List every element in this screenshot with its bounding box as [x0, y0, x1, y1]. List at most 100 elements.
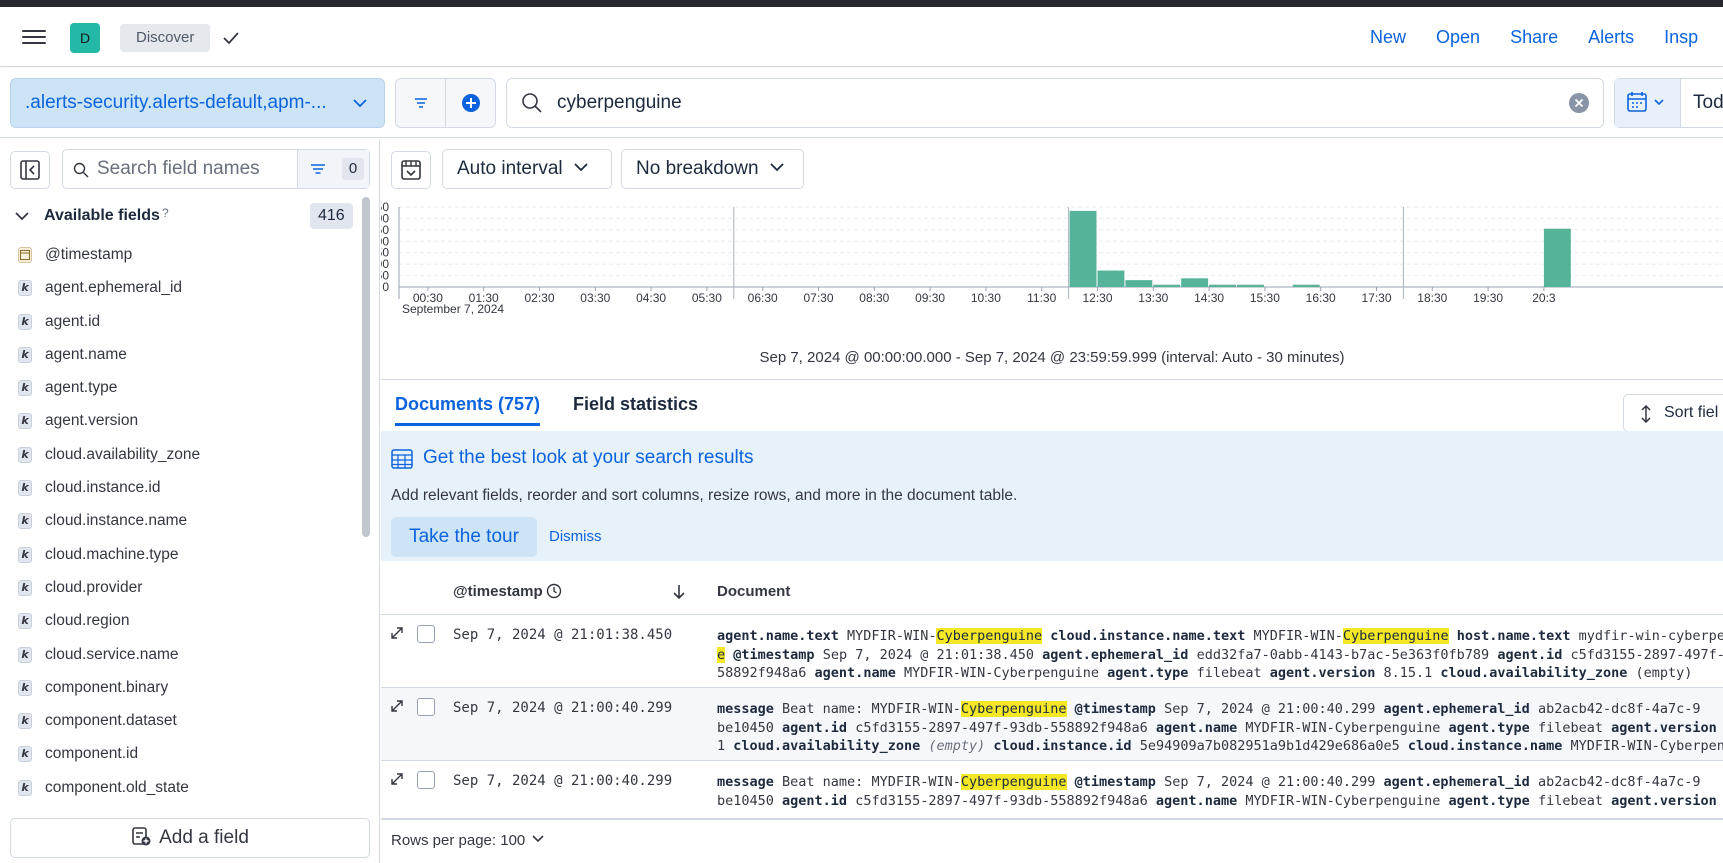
histogram-bar[interactable] [1543, 228, 1571, 287]
field-item[interactable]: k agent.ephemeral_id [0, 272, 360, 305]
doc-field-value: 1 [717, 738, 734, 754]
field-item[interactable]: k component.old_state [0, 772, 360, 805]
rows-per-page-dropdown[interactable]: Rows per page: 100 [391, 832, 545, 849]
doc-field-value: Sep 7, 2024 @ 21:01:38.450 [814, 646, 1043, 663]
field-item[interactable]: k cloud.machine.type [0, 539, 360, 572]
inspect-link[interactable]: Insp [1664, 27, 1698, 48]
x-tick-label: 17:30 [1361, 291, 1391, 305]
field-item[interactable]: k agent.version [0, 405, 360, 438]
dismiss-button[interactable]: Dismiss [549, 528, 602, 545]
field-item[interactable]: k cloud.instance.id [0, 472, 360, 505]
expand-row-icon[interactable] [389, 771, 405, 787]
row-select-checkbox[interactable] [417, 698, 435, 716]
histogram-chart: 35030025020015010050000:3001:3002:3003:3… [381, 201, 1723, 316]
tab-documents[interactable]: Documents (757) [395, 394, 541, 426]
top-strip [0, 0, 1723, 7]
histogram-bar[interactable] [1125, 280, 1153, 287]
collapse-sidebar-button[interactable] [10, 151, 50, 189]
take-tour-button[interactable]: Take the tour [391, 517, 537, 557]
chart-options-button[interactable] [391, 151, 431, 189]
available-fields-header[interactable]: Available fields ? 416 [14, 201, 354, 231]
field-type-filter-button[interactable]: 0 [297, 150, 369, 188]
table-row[interactable]: Sep 7, 2024 @ 21:00:40.299 message Beat n… [381, 761, 1723, 819]
open-link[interactable]: Open [1436, 27, 1480, 48]
add-filter-button[interactable] [446, 79, 496, 127]
doc-field-key: cloud.instance.name.text [1050, 628, 1246, 644]
doc-field-key: agent.version [1269, 665, 1376, 681]
histogram-bar[interactable] [1292, 284, 1320, 287]
date-quick-menu-button[interactable] [1615, 79, 1681, 127]
search-highlight: Cyberpenguine [936, 628, 1043, 644]
sort-fields-button[interactable]: Sort fiel [1623, 394, 1723, 432]
field-search-input[interactable] [97, 150, 317, 188]
alerts-link[interactable]: Alerts [1588, 27, 1634, 48]
histogram-bar[interactable] [1153, 284, 1181, 287]
data-view-label: .alerts-security.alerts-default,apm-... [25, 92, 327, 113]
field-item[interactable]: k cloud.region [0, 605, 360, 638]
breadcrumb-discover[interactable]: Discover [120, 24, 211, 52]
table-row[interactable]: Sep 7, 2024 @ 21:00:40.299 message Beat n… [381, 688, 1723, 761]
new-link[interactable]: New [1370, 27, 1406, 48]
row-select-checkbox[interactable] [417, 771, 435, 789]
x-tick-label: 11:30 [1027, 291, 1056, 305]
field-item[interactable]: k cloud.availability_zone [0, 439, 360, 472]
keyword-field-icon: k [18, 513, 32, 530]
column-header-timestamp[interactable]: @timestamp [453, 583, 562, 600]
histogram-bar[interactable] [1097, 270, 1125, 287]
histogram-bar[interactable] [1069, 210, 1097, 287]
doc-field-value: be10450 [717, 719, 783, 736]
field-item[interactable]: k agent.id [0, 306, 360, 339]
search-highlight: e [717, 646, 726, 663]
expand-row-icon[interactable] [389, 698, 405, 714]
space-avatar[interactable]: D [70, 23, 100, 53]
doc-field-value: mydfir-win-cyberpenguin [1578, 628, 1723, 644]
add-field-label: Add a field [159, 827, 249, 848]
histogram-bar[interactable] [1181, 278, 1209, 287]
field-list: @timestamp k agent.ephemeral_id k agent.id k a… [0, 239, 360, 839]
chevron-down-icon [532, 835, 544, 843]
add-field-button[interactable]: Add a field [10, 818, 370, 858]
doc-field-value: c5fd3155-2897-497f-93db-558892f948a6 [847, 719, 1156, 736]
sidebar-collapse-icon [20, 160, 40, 180]
table-row[interactable]: Sep 7, 2024 @ 21:01:38.450 agent.name.tex… [381, 615, 1723, 688]
field-name: cloud.availability_zone [45, 445, 201, 463]
field-name: component.id [45, 745, 139, 763]
document-line: 1 cloud.availability_zone (empty) cloud.… [717, 737, 1723, 756]
date-range-label[interactable]: Tod [1693, 79, 1723, 127]
chevron-down-icon [15, 212, 29, 221]
doc-field-value: c5fd3155-2897-497f-93db-558892f948a6 [847, 792, 1156, 809]
data-view-picker[interactable]: .alerts-security.alerts-default,apm-... [10, 78, 385, 128]
header-links: New Open Share Alerts Insp [1370, 7, 1723, 67]
column-header-timestamp-label: @timestamp [453, 583, 543, 600]
interval-dropdown[interactable]: Auto interval [442, 149, 612, 189]
field-item[interactable]: @timestamp [0, 239, 360, 272]
field-item[interactable]: k agent.name [0, 339, 360, 372]
histogram-bar[interactable] [1237, 284, 1264, 287]
available-fields-title: Available fields [44, 207, 160, 224]
row-select-checkbox[interactable] [417, 625, 435, 643]
field-item[interactable]: k component.id [0, 738, 360, 771]
histogram-bar[interactable] [1209, 284, 1236, 287]
doc-field-value: 5e94909a7b082951a9b1d429e686a0e5 [1131, 738, 1408, 754]
filter-menu-button[interactable] [396, 79, 446, 127]
expand-row-icon[interactable] [389, 625, 405, 641]
breakdown-dropdown[interactable]: No breakdown [621, 149, 804, 189]
sort-descending-icon[interactable] [671, 583, 687, 601]
help-icon[interactable]: ? [162, 206, 169, 220]
field-item[interactable]: k cloud.provider [0, 572, 360, 605]
field-name: component.old_state [45, 778, 189, 796]
sidebar-scrollbar[interactable] [362, 197, 370, 537]
field-item[interactable]: k agent.type [0, 372, 360, 405]
clear-icon[interactable] [1569, 93, 1589, 113]
field-filter-count: 0 [342, 158, 364, 180]
menu-icon[interactable] [22, 26, 46, 48]
field-item[interactable]: k component.dataset [0, 705, 360, 738]
field-item[interactable]: k cloud.instance.name [0, 505, 360, 538]
query-input[interactable] [557, 79, 1537, 127]
field-item[interactable]: k cloud.service.name [0, 639, 360, 672]
share-link[interactable]: Share [1510, 27, 1558, 48]
tab-field-statistics[interactable]: Field statistics [573, 394, 698, 415]
field-item[interactable]: k component.binary [0, 672, 360, 705]
doc-field-value: MYDFIR-WIN- [838, 628, 937, 644]
column-header-document[interactable]: Document [717, 583, 790, 600]
